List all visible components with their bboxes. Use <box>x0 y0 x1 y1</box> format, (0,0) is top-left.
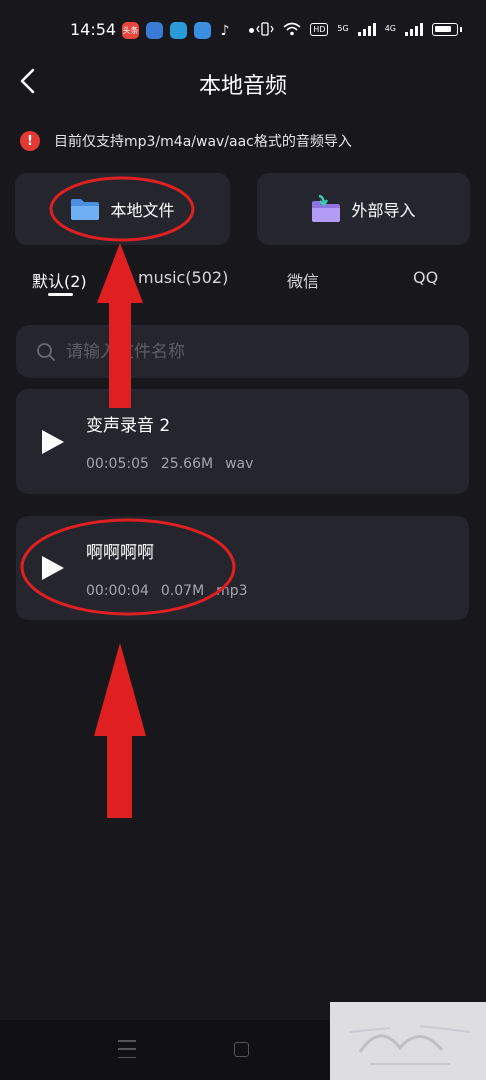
status-indicators: HD 5G 4G <box>256 22 462 36</box>
status-time: 14:54 <box>70 20 117 39</box>
more-notifications-icon <box>249 28 254 33</box>
category-tabs: 默认(2) music(502) 微信 QQ <box>0 262 486 302</box>
tab-music[interactable]: music(502) <box>138 268 228 287</box>
external-import-button[interactable]: 外部导入 <box>257 173 470 245</box>
vibrate-icon <box>256 22 274 36</box>
tab-default[interactable]: 默认(2) <box>32 268 87 292</box>
page-title: 本地音频 <box>198 74 287 99</box>
file-format: mp3 <box>216 583 248 599</box>
status-bar: 14:54 头条 ♪ HD 5G 4G <box>0 0 486 62</box>
tab-qq[interactable]: QQ <box>413 268 438 287</box>
status-app-icons: 头条 ♪ <box>122 22 254 39</box>
annotation-overlay <box>20 176 236 818</box>
file-meta: 00:05:05 25.66M wav <box>86 456 253 472</box>
app-notification-icon <box>170 22 187 39</box>
notice-text: 目前仅支持mp3/m4a/wav/aac格式的音频导入 <box>54 134 352 150</box>
network-5g-label: 5G <box>337 24 349 33</box>
active-tab-indicator <box>48 293 73 296</box>
file-meta: 00:00:04 0.07M mp3 <box>86 583 248 599</box>
audio-file-item[interactable]: 啊啊啊啊 00:00:04 0.07M mp3 <box>16 516 469 620</box>
search-input[interactable] <box>66 341 426 362</box>
battery-icon <box>432 22 458 36</box>
local-file-button[interactable]: 本地文件 <box>15 173 230 245</box>
search-bar <box>16 325 469 378</box>
search-icon <box>37 342 55 361</box>
file-duration: 00:00:04 <box>86 583 149 599</box>
exclamation-icon: ! <box>20 131 40 151</box>
folder-icon <box>71 199 100 220</box>
file-format: wav <box>225 456 254 472</box>
file-name: 啊啊啊啊 <box>86 543 154 563</box>
watermark <box>330 1002 486 1080</box>
watermark-logo <box>349 1025 471 1065</box>
format-notice: ! 目前仅支持mp3/m4a/wav/aac格式的音频导入 <box>20 131 352 151</box>
file-size: 0.07M <box>160 583 205 599</box>
folder-import-icon <box>312 195 341 222</box>
annotation-arrow-up-bottom <box>94 643 146 818</box>
tab-wechat[interactable]: 微信 <box>287 268 319 292</box>
audio-file-item[interactable]: 变声录音 2 00:05:05 25.66M wav <box>16 389 469 494</box>
header: 本地音频 <box>0 62 486 106</box>
app-notification-icon <box>194 22 211 39</box>
local-file-label: 本地文件 <box>110 201 175 220</box>
wifi-icon <box>283 22 301 36</box>
battery-cap <box>460 26 462 32</box>
tiktok-icon: ♪ <box>220 22 230 39</box>
signal-icon <box>405 22 423 36</box>
network-4g-label: 4G <box>384 24 396 33</box>
signal-icon <box>357 22 376 36</box>
play-icon[interactable] <box>40 554 66 582</box>
play-icon[interactable] <box>40 428 66 456</box>
menu-icon[interactable] <box>118 1040 136 1058</box>
file-size: 25.66M <box>160 456 214 472</box>
news-app-icon: 头条 <box>122 22 139 39</box>
hd-badge: HD <box>310 22 329 36</box>
file-name: 变声录音 2 <box>86 416 171 436</box>
external-import-label: 外部导入 <box>351 201 416 220</box>
news-app-label: 头条 <box>122 26 139 35</box>
file-duration: 00:05:05 <box>86 456 149 472</box>
screen: 14:54 头条 ♪ HD 5G 4G 本地音频 ! 目前仅支持mp3/m4a/… <box>0 0 486 1080</box>
home-icon[interactable] <box>234 1042 249 1057</box>
app-notification-icon <box>146 22 163 39</box>
